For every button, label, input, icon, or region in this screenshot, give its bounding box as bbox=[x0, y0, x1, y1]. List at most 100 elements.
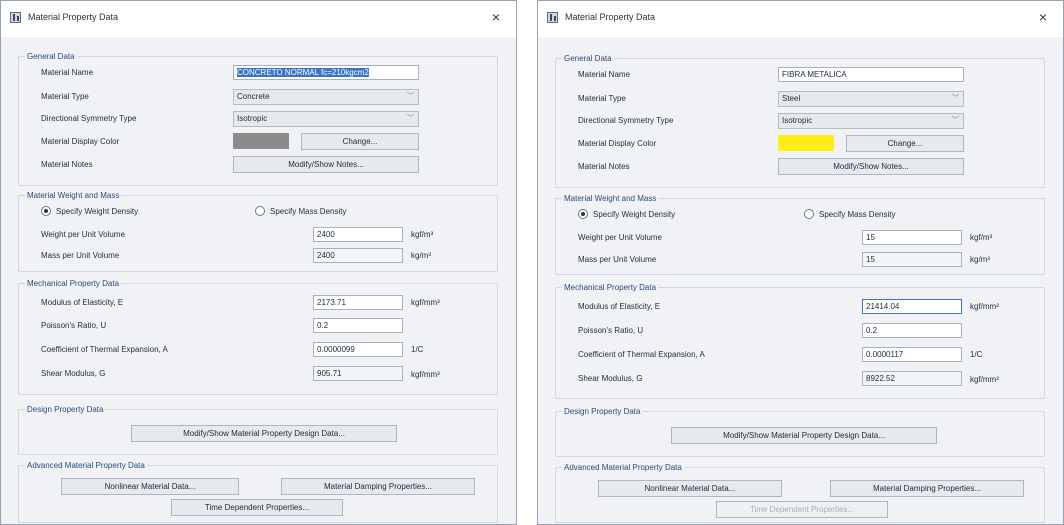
poisson-label: Poisson's Ratio, U bbox=[41, 321, 107, 330]
elasticity-unit: kgf/mm² bbox=[411, 298, 440, 307]
elasticity-input[interactable]: 2173.71 bbox=[313, 295, 403, 310]
weight-per-volume-label: Weight per Unit Volume bbox=[41, 230, 125, 239]
shear-modulus-unit: kgf/mm² bbox=[411, 370, 440, 379]
material-type-select[interactable]: Concrete ﹀ bbox=[233, 89, 419, 105]
material-name-label: Material Name bbox=[578, 70, 631, 79]
design-property-group: Design Property Data Modify/Show Materia… bbox=[555, 406, 1045, 457]
poisson-label: Poisson's Ratio, U bbox=[578, 326, 644, 335]
weight-unit: kgf/m³ bbox=[411, 230, 434, 239]
thermal-expansion-label: Coefficient of Thermal Expansion, A bbox=[578, 350, 705, 359]
modify-notes-button[interactable]: Modify/Show Notes... bbox=[778, 158, 964, 175]
chevron-down-icon: ﹀ bbox=[407, 93, 414, 100]
material-name-input[interactable]: CONCRETO NORMAL fc=210kgcm2 bbox=[233, 65, 419, 80]
weight-mass-group: Material Weight and Mass Specify Weight … bbox=[555, 193, 1045, 275]
change-color-button[interactable]: Change... bbox=[301, 133, 419, 150]
material-name-label: Material Name bbox=[41, 68, 94, 77]
mass-per-volume-label: Mass per Unit Volume bbox=[578, 255, 657, 264]
advanced-property-group: Advanced Material Property Data Nonlinea… bbox=[555, 462, 1045, 523]
group-title: General Data bbox=[562, 53, 614, 64]
symmetry-type-select[interactable]: Isotropic ﹀ bbox=[778, 113, 964, 129]
display-color-label: Material Display Color bbox=[578, 139, 657, 148]
mass-density-label: Specify Mass Density bbox=[270, 207, 347, 216]
mass-density-radio[interactable] bbox=[804, 209, 814, 219]
symmetry-type-label: Directional Symmetry Type bbox=[41, 114, 137, 123]
modify-notes-button[interactable]: Modify/Show Notes... bbox=[233, 156, 419, 173]
damping-properties-button[interactable]: Material Damping Properties... bbox=[830, 480, 1024, 497]
symmetry-type-label: Directional Symmetry Type bbox=[578, 116, 674, 125]
mass-per-volume-input[interactable]: 15 bbox=[862, 252, 962, 267]
material-type-label: Material Type bbox=[41, 92, 89, 101]
chevron-down-icon: ﹀ bbox=[407, 115, 414, 122]
design-property-group: Design Property Data Modify/Show Materia… bbox=[18, 404, 498, 455]
weight-density-radio[interactable] bbox=[41, 206, 51, 216]
thermal-expansion-input[interactable]: 0.0000099 bbox=[313, 342, 403, 357]
nonlinear-data-button[interactable]: Nonlinear Material Data... bbox=[61, 478, 239, 495]
color-swatch bbox=[233, 133, 289, 149]
mass-density-radio[interactable] bbox=[255, 206, 265, 216]
dialog-body: General Data Material Name FIBRA METALIC… bbox=[538, 37, 1063, 524]
group-title: Advanced Material Property Data bbox=[562, 462, 684, 473]
close-button[interactable]: × bbox=[1035, 9, 1051, 25]
mass-per-volume-input[interactable]: 2400 bbox=[313, 248, 403, 263]
general-data-group: General Data Material Name CONCRETO NORM… bbox=[18, 51, 498, 186]
material-notes-label: Material Notes bbox=[41, 160, 93, 169]
app-icon bbox=[10, 12, 21, 23]
mass-per-volume-label: Mass per Unit Volume bbox=[41, 251, 120, 260]
dialog-body: General Data Material Name CONCRETO NORM… bbox=[1, 37, 516, 524]
group-title: Mechanical Property Data bbox=[25, 278, 122, 289]
shear-modulus-unit: kgf/mm² bbox=[970, 375, 999, 384]
group-title: Design Property Data bbox=[25, 404, 106, 415]
poisson-input[interactable]: 0.2 bbox=[862, 323, 962, 338]
group-title: Design Property Data bbox=[562, 406, 643, 417]
elasticity-unit: kgf/mm² bbox=[970, 302, 999, 311]
symmetry-type-select[interactable]: Isotropic ﹀ bbox=[233, 111, 419, 127]
display-color-label: Material Display Color bbox=[41, 137, 120, 146]
weight-per-volume-input[interactable]: 2400 bbox=[313, 227, 403, 242]
modify-design-data-button[interactable]: Modify/Show Material Property Design Dat… bbox=[131, 425, 397, 442]
group-title: Material Weight and Mass bbox=[562, 193, 659, 204]
general-data-group: General Data Material Name FIBRA METALIC… bbox=[555, 53, 1045, 188]
shear-modulus-label: Shear Modulus, G bbox=[578, 374, 643, 383]
mass-density-label: Specify Mass Density bbox=[819, 210, 896, 219]
material-name-input[interactable]: FIBRA METALICA bbox=[778, 67, 964, 82]
elasticity-input[interactable]: 21414.04 bbox=[862, 299, 962, 314]
chevron-down-icon: ﹀ bbox=[952, 117, 959, 124]
thermal-expansion-label: Coefficient of Thermal Expansion, A bbox=[41, 345, 168, 354]
material-property-dialog-right: Material Property Data × General Data Ma… bbox=[537, 0, 1064, 525]
group-title: Mechanical Property Data bbox=[562, 282, 659, 293]
weight-unit: kgf/m³ bbox=[970, 233, 993, 242]
shear-modulus-label: Shear Modulus, G bbox=[41, 369, 106, 378]
time-dependent-button[interactable]: Time Dependent Properties... bbox=[171, 499, 343, 516]
material-type-select[interactable]: Steel ﹀ bbox=[778, 91, 964, 107]
weight-per-volume-input[interactable]: 15 bbox=[862, 230, 962, 245]
material-type-label: Material Type bbox=[578, 94, 626, 103]
color-swatch bbox=[778, 135, 834, 151]
title-bar: Material Property Data × bbox=[1, 1, 516, 37]
weight-density-radio[interactable] bbox=[578, 209, 588, 219]
weight-density-label: Specify Weight Density bbox=[56, 207, 139, 216]
damping-properties-button[interactable]: Material Damping Properties... bbox=[281, 478, 475, 495]
thermal-expansion-unit: 1/C bbox=[970, 350, 983, 359]
advanced-property-group: Advanced Material Property Data Nonlinea… bbox=[18, 460, 498, 523]
modify-design-data-button[interactable]: Modify/Show Material Property Design Dat… bbox=[671, 427, 937, 444]
nonlinear-data-button[interactable]: Nonlinear Material Data... bbox=[598, 480, 782, 497]
weight-density-label: Specify Weight Density bbox=[593, 210, 676, 219]
thermal-expansion-unit: 1/C bbox=[411, 345, 424, 354]
elasticity-label: Modulus of Elasticity, E bbox=[578, 302, 661, 311]
material-notes-label: Material Notes bbox=[578, 162, 630, 171]
dialog-title: Material Property Data bbox=[28, 12, 119, 22]
chevron-down-icon: ﹀ bbox=[952, 95, 959, 102]
close-button[interactable]: × bbox=[488, 9, 504, 25]
weight-mass-group: Material Weight and Mass Specify Weight … bbox=[18, 190, 498, 272]
shear-modulus-input[interactable]: 905.71 bbox=[313, 366, 403, 381]
change-color-button[interactable]: Change... bbox=[846, 135, 964, 152]
mass-unit: kg/m³ bbox=[411, 251, 431, 260]
time-dependent-button[interactable]: Time Dependent Properties... bbox=[716, 501, 888, 518]
group-title: General Data bbox=[25, 51, 77, 62]
thermal-expansion-input[interactable]: 0.0000117 bbox=[862, 347, 962, 362]
shear-modulus-input[interactable]: 8922.52 bbox=[862, 371, 962, 386]
mechanical-property-group: Mechanical Property Data Modulus of Elas… bbox=[18, 278, 498, 395]
dialog-title: Material Property Data bbox=[565, 12, 656, 22]
poisson-input[interactable]: 0.2 bbox=[313, 318, 403, 333]
mechanical-property-group: Mechanical Property Data Modulus of Elas… bbox=[555, 282, 1045, 399]
